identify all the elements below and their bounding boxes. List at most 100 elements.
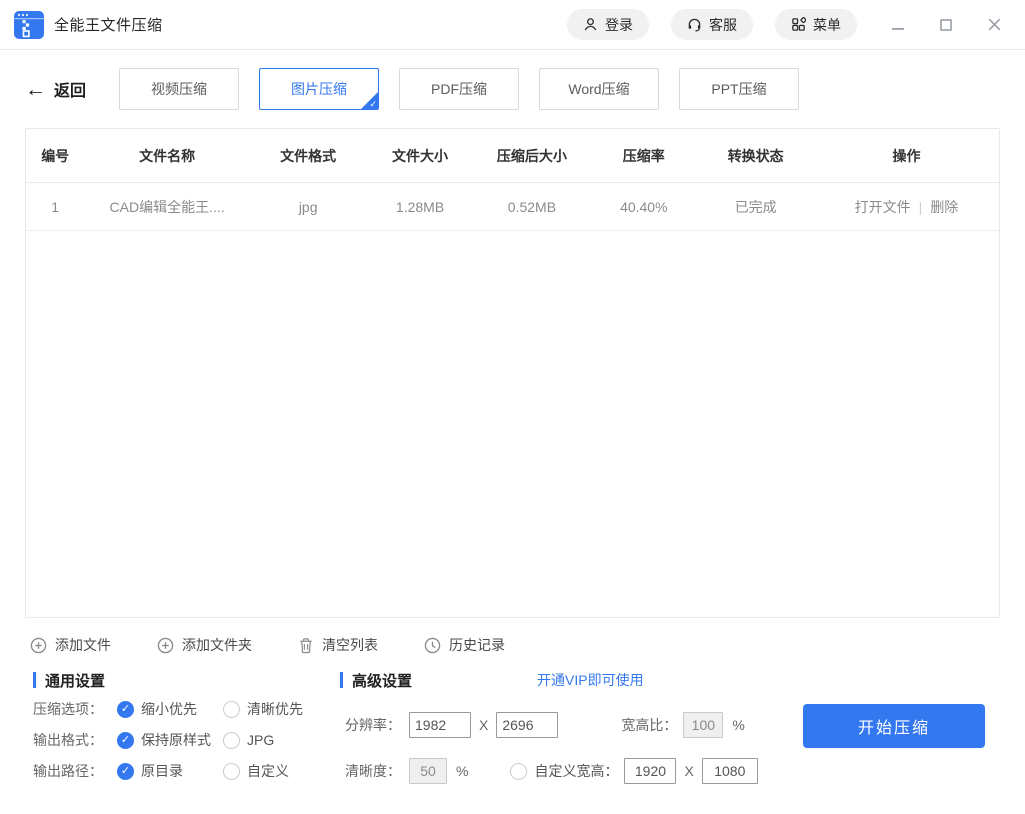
resolution-height-input[interactable] xyxy=(496,712,558,738)
clear-list-label: 清空列表 xyxy=(322,635,378,655)
option-label: JPG xyxy=(247,732,274,748)
start-compress-button[interactable]: 开始压缩 xyxy=(803,704,985,748)
radio-keep-original-format[interactable]: ✓ 保持原样式 xyxy=(117,730,223,750)
tab-word-compress[interactable]: Word压缩 ✓ xyxy=(539,68,659,110)
check-icon: ✓ xyxy=(121,735,130,746)
radio-jpg-format[interactable]: ✓ JPG xyxy=(223,732,274,749)
close-button[interactable] xyxy=(983,14,1005,36)
compress-option-label: 压缩选项： xyxy=(33,699,117,719)
titlebar: 全能王文件压缩 登录 xyxy=(0,0,1025,50)
app-branding: 全能王文件压缩 xyxy=(14,11,163,39)
col-header-ops: 操作 xyxy=(814,146,999,166)
radio-original-directory[interactable]: ✓ 原目录 xyxy=(117,761,223,781)
support-button[interactable]: 客服 xyxy=(671,9,753,40)
trash-icon xyxy=(298,637,314,654)
tab-pdf-compress[interactable]: PDF压缩 ✓ xyxy=(399,68,519,110)
active-check-icon: ✓ xyxy=(369,99,377,110)
cell-no: 1 xyxy=(26,199,84,215)
compress-tabs: 视频压缩 ✓ 图片压缩 ✓ PDF压缩 ✓ Word压缩 ✓ xyxy=(119,68,799,110)
add-folder-button[interactable]: 添加文件夹 xyxy=(157,635,252,655)
col-header-compressed: 压缩后大小 xyxy=(474,146,591,166)
delete-file-link[interactable]: 删除 xyxy=(930,197,958,217)
radio-custom-directory[interactable]: ✓ 自定义 xyxy=(223,761,289,781)
clarity-percent-sign: % xyxy=(456,763,468,779)
user-icon xyxy=(583,17,598,32)
check-icon: ✓ xyxy=(121,704,130,715)
custom-size-label: 自定义宽高： xyxy=(534,761,618,781)
tab-label: Word压缩 xyxy=(568,79,629,99)
history-button[interactable]: 历史记录 xyxy=(424,635,505,655)
cell-size: 1.28MB xyxy=(367,199,474,215)
clarity-row: 清晰度： % ✓ 自定义宽高： X xyxy=(340,758,785,784)
col-header-format: 文件格式 xyxy=(250,146,367,166)
output-format-row: 输出格式： ✓ 保持原样式 ✓ JPG xyxy=(33,728,333,752)
tab-ppt-compress[interactable]: PPT压缩 ✓ xyxy=(679,68,799,110)
cell-ops: 打开文件 | 删除 xyxy=(814,197,999,217)
option-label: 保持原样式 xyxy=(141,730,211,750)
output-format-label: 输出格式： xyxy=(33,730,117,750)
menu-label: 菜单 xyxy=(813,15,841,35)
add-file-label: 添加文件 xyxy=(55,635,111,655)
minimize-button[interactable] xyxy=(887,14,909,36)
main-content: ← 返回 视频压缩 ✓ 图片压缩 ✓ PDF压缩 ✓ xyxy=(0,68,1025,814)
login-button[interactable]: 登录 xyxy=(567,9,649,40)
radio-icon: ✓ xyxy=(223,763,240,780)
cell-format: jpg xyxy=(250,199,367,215)
radio-icon: ✓ xyxy=(117,763,134,780)
radio-custom-size[interactable]: ✓ 自定义宽高： xyxy=(510,761,618,781)
section-accent-bar xyxy=(33,672,36,688)
grid-menu-icon xyxy=(791,17,806,32)
add-folder-label: 添加文件夹 xyxy=(182,635,252,655)
tab-label: PPT压缩 xyxy=(711,79,766,99)
output-path-row: 输出路径： ✓ 原目录 ✓ 自定义 xyxy=(33,759,333,783)
titlebar-actions: 登录 客服 xyxy=(545,9,1005,40)
aspect-ratio-input[interactable] xyxy=(683,712,723,738)
aspect-ratio-label: 宽高比： xyxy=(616,715,677,735)
ops-divider: | xyxy=(919,199,923,215)
clarity-input[interactable] xyxy=(409,758,447,784)
add-file-button[interactable]: 添加文件 xyxy=(30,635,111,655)
tab-label: PDF压缩 xyxy=(431,79,487,99)
col-header-name: 文件名称 xyxy=(84,146,249,166)
general-settings-section: 通用设置 压缩选项： ✓ 缩小优先 ✓ 清晰优先 输出格式： xyxy=(33,670,333,783)
resolution-label: 分辨率： xyxy=(340,715,401,735)
open-file-link[interactable]: 打开文件 xyxy=(855,197,911,217)
general-settings-title: 通用设置 xyxy=(45,670,105,691)
radio-clarity-priority[interactable]: ✓ 清晰优先 xyxy=(223,699,303,719)
maximize-button[interactable] xyxy=(935,14,957,36)
plus-circle-icon xyxy=(30,637,47,654)
option-label: 原目录 xyxy=(141,761,183,781)
history-clock-icon xyxy=(424,637,441,654)
tab-video-compress[interactable]: 视频压缩 ✓ xyxy=(119,68,239,110)
custom-height-input[interactable] xyxy=(702,758,758,784)
col-header-ratio: 压缩率 xyxy=(590,146,697,166)
app-window: 全能王文件压缩 登录 xyxy=(0,0,1025,814)
vip-upgrade-link[interactable]: 开通VIP即可使用 xyxy=(537,670,644,690)
radio-icon: ✓ xyxy=(223,701,240,718)
custom-x-separator: X xyxy=(684,763,693,779)
option-label: 清晰优先 xyxy=(247,699,303,719)
plus-circle-icon xyxy=(157,637,174,654)
custom-width-input[interactable] xyxy=(624,758,676,784)
resolution-width-input[interactable] xyxy=(409,712,471,738)
col-header-no: 编号 xyxy=(26,146,84,166)
col-header-size: 文件大小 xyxy=(367,146,474,166)
menu-button[interactable]: 菜单 xyxy=(775,9,857,40)
app-title: 全能王文件压缩 xyxy=(54,14,163,35)
clarity-label: 清晰度： xyxy=(340,761,401,781)
tab-label: 图片压缩 xyxy=(291,79,347,99)
support-label: 客服 xyxy=(709,15,737,35)
option-label: 缩小优先 xyxy=(141,699,197,719)
back-button[interactable]: ← 返回 xyxy=(25,77,91,101)
radio-icon: ✓ xyxy=(510,763,527,780)
output-path-label: 输出路径： xyxy=(33,761,117,781)
general-settings-header: 通用设置 xyxy=(33,670,333,690)
option-label: 自定义 xyxy=(247,761,289,781)
radio-size-priority[interactable]: ✓ 缩小优先 xyxy=(117,699,223,719)
cell-status: 已完成 xyxy=(697,197,814,217)
tab-image-compress[interactable]: 图片压缩 ✓ xyxy=(259,68,379,110)
clear-list-button[interactable]: 清空列表 xyxy=(298,635,378,655)
table-header-row: 编号 文件名称 文件格式 文件大小 压缩后大小 压缩率 转换状态 操作 xyxy=(26,129,999,183)
window-controls xyxy=(887,14,1005,36)
compress-option-row: 压缩选项： ✓ 缩小优先 ✓ 清晰优先 xyxy=(33,697,333,721)
